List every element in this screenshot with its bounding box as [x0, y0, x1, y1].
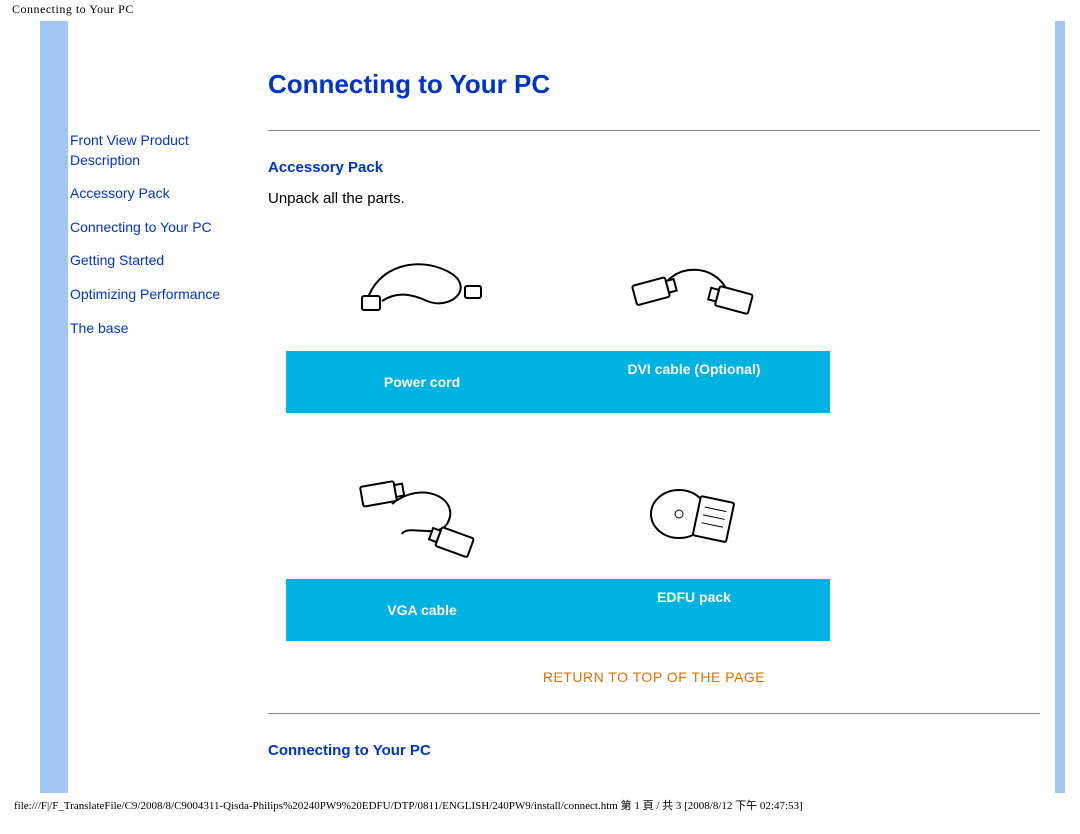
- footer-path: file:///F|/F_TranslateFile/C9/2008/8/C90…: [0, 797, 1080, 813]
- sidebar-item-connecting[interactable]: Connecting to Your PC: [70, 218, 240, 238]
- return-to-top-link[interactable]: RETURN TO TOP OF THE PAGE: [268, 669, 1040, 685]
- edfu-pack-icon: [629, 474, 759, 554]
- sidebar-nav: Front View Product Description Accessory…: [70, 131, 240, 352]
- body-text: Unpack all the parts.: [268, 190, 1040, 207]
- power-cord-label: Power cord: [286, 351, 558, 413]
- edfu-pack-image: [558, 449, 830, 579]
- vga-cable-label: VGA cable: [286, 579, 558, 641]
- accessory-grid: Power cord DVI cable (Optional): [286, 221, 830, 641]
- dvi-cable-icon: [624, 246, 764, 326]
- section-heading-accessory-pack: Accessory Pack: [268, 159, 1040, 176]
- page-title: Connecting to Your PC: [268, 69, 1040, 100]
- vga-cable-image: [286, 449, 558, 579]
- main-content: Connecting to Your PC Accessory Pack Unp…: [268, 21, 1040, 821]
- dvi-cable-label: DVI cable (Optional): [558, 351, 830, 413]
- sidebar-item-accessory-pack[interactable]: Accessory Pack: [70, 184, 240, 204]
- browser-title: Connecting to Your PC: [0, 0, 1080, 21]
- sidebar-item-getting-started[interactable]: Getting Started: [70, 251, 240, 271]
- right-decor-stripe: [1055, 21, 1065, 793]
- section-heading-connecting: Connecting to Your PC: [268, 742, 1040, 759]
- sidebar-item-front-view[interactable]: Front View Product Description: [70, 131, 240, 170]
- left-decor-stripe: [40, 21, 68, 793]
- power-cord-image: [286, 221, 558, 351]
- edfu-pack-label: EDFU pack: [558, 579, 830, 641]
- dvi-cable-image: [558, 221, 830, 351]
- power-cord-icon: [357, 246, 487, 326]
- vga-cable-icon: [352, 469, 492, 559]
- sidebar-item-optimizing[interactable]: Optimizing Performance: [70, 285, 240, 305]
- sidebar-item-base[interactable]: The base: [70, 319, 240, 339]
- divider: [268, 713, 1040, 714]
- divider: [268, 130, 1040, 131]
